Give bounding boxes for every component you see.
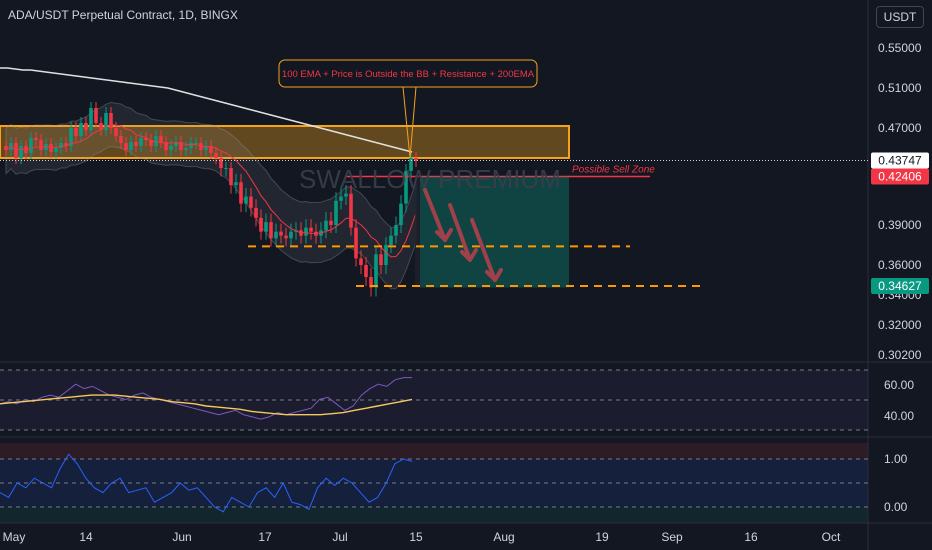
candle-body [259, 217, 263, 232]
candle-body [309, 227, 313, 232]
candle-body [159, 136, 163, 142]
candle-body [189, 143, 193, 148]
chart-canvas: Possible Sell Zone 100 EMA + Price is Out… [0, 0, 932, 550]
candle-body [194, 143, 198, 144]
stoch-tick-label: 0.00 [884, 500, 908, 514]
price-tag-label: 0.34627 [878, 279, 922, 293]
candle-body [89, 108, 93, 130]
candle-body [49, 144, 53, 152]
x-tick-label: 17 [258, 530, 272, 544]
candle-body [84, 123, 88, 130]
x-tick-label: Jun [172, 530, 191, 544]
candle-body [34, 138, 38, 140]
candle-body [264, 222, 268, 232]
candle-body [254, 207, 258, 218]
candle-body [384, 245, 388, 265]
candle-body [94, 108, 98, 123]
candle-body [334, 200, 338, 225]
candle-body [284, 235, 288, 239]
candle-body [219, 158, 223, 168]
candle-body [349, 193, 353, 228]
candle-body [229, 168, 233, 186]
callout-text: 100 EMA + Price is Outside the BB + Resi… [282, 69, 535, 80]
y-tick-label: 0.32000 [878, 318, 922, 332]
candle-body [119, 136, 123, 143]
candle-body [289, 231, 293, 239]
candle-body [324, 220, 328, 231]
candle-body [399, 203, 403, 225]
candle-body [359, 258, 363, 265]
candle-body [239, 182, 243, 204]
x-tick-label: Oct [822, 530, 841, 544]
candle-body [274, 231, 278, 239]
candle-body [214, 153, 218, 158]
y-tick-label: 0.55000 [878, 41, 922, 55]
x-tick-label: Jul [332, 530, 347, 544]
x-tick-label: 15 [409, 530, 423, 544]
stoch-overbought [0, 443, 868, 459]
candle-body [249, 196, 253, 208]
candle-body [244, 196, 248, 204]
candle-body [29, 138, 33, 153]
rsi-tick-label: 40.00 [884, 409, 914, 423]
candle-body [129, 142, 133, 150]
price-tag-label: 0.42406 [878, 170, 922, 184]
x-tick-label: Sep [661, 530, 683, 544]
candle-body [154, 136, 158, 146]
candle-body [109, 113, 113, 128]
candle-body [344, 193, 348, 197]
candle-body [389, 235, 393, 245]
y-tick-label: 0.47000 [878, 121, 922, 135]
candle-body [184, 148, 188, 150]
candle-body [394, 225, 398, 236]
candle-body [269, 222, 273, 239]
x-tick-label: 19 [595, 530, 609, 544]
candle-body [374, 254, 378, 288]
candle-body [339, 196, 343, 201]
candle-body [354, 227, 358, 259]
x-tick-label: May [3, 530, 26, 544]
x-tick-label: 14 [79, 530, 93, 544]
watermark-text: SWALLOW PREMIUM [299, 164, 561, 194]
candle-body [279, 231, 283, 236]
panel-backgrounds [0, 370, 868, 523]
stoch-tick-label: 1.00 [884, 452, 908, 466]
candle-body [74, 128, 78, 136]
x-tick-label: 16 [744, 530, 758, 544]
y-tick-label: 0.36000 [878, 258, 922, 272]
y-tick-label: 0.51000 [878, 81, 922, 95]
stoch-oversold [0, 507, 868, 523]
candle-body [134, 142, 138, 146]
candle-body [234, 182, 238, 186]
y-tick-label: 0.39000 [878, 218, 922, 232]
currency-button[interactable]: USDT [876, 6, 924, 28]
candle-body [39, 140, 43, 150]
candle-body [139, 138, 143, 146]
rsi-tick-label: 60.00 [884, 378, 914, 392]
candle-body [19, 146, 23, 158]
candle-body [379, 254, 383, 265]
candle-body [364, 265, 368, 277]
candle-body [304, 227, 308, 236]
candle-body [79, 123, 83, 136]
chart-title: ADA/USDT Perpetual Contract, 1D, BINGX [8, 8, 238, 22]
candle-body [224, 168, 228, 169]
candle-body [169, 146, 173, 150]
candle-body [114, 128, 118, 136]
x-tick-label: Aug [493, 530, 514, 544]
price-tag-label: 0.43747 [878, 154, 922, 168]
sell-zone-label: Possible Sell Zone [572, 165, 655, 176]
candle-body [124, 143, 128, 150]
candle-body [54, 148, 58, 152]
y-tick-label: 0.30200 [878, 348, 922, 362]
candle-body [329, 220, 333, 225]
